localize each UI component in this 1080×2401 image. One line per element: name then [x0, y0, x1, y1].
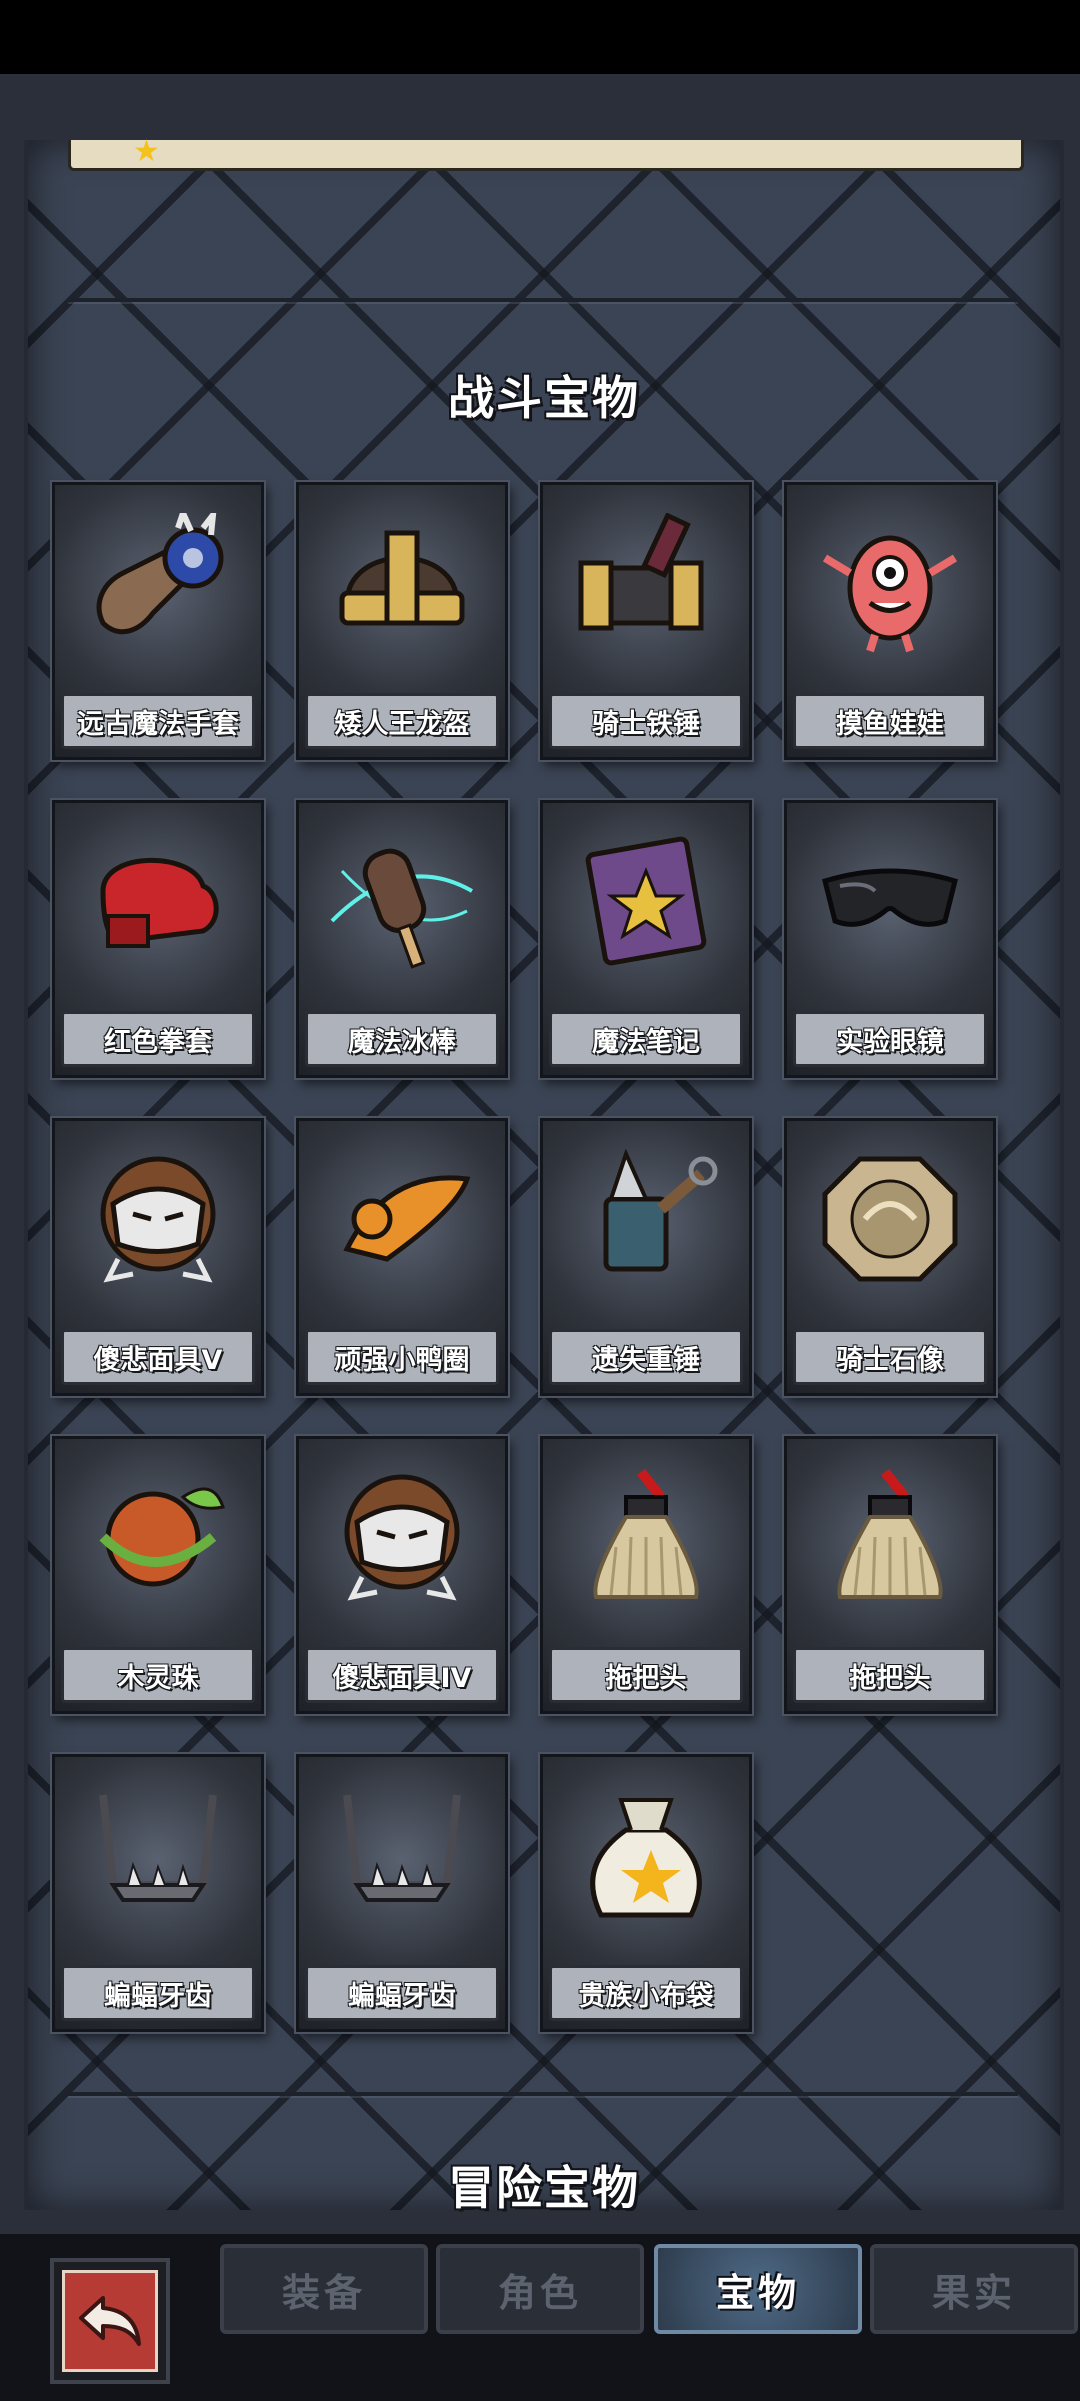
- treasure-label: 蝙蝠牙齿: [305, 1965, 499, 2021]
- treasure-label-text: 顽强小鸭圈: [334, 1344, 470, 1376]
- tab-fruits[interactable]: 果实: [870, 2244, 1078, 2334]
- treasure-label: 傻悲面具IV: [305, 1647, 499, 1703]
- treasure-label-text: 骑士铁锤: [592, 708, 700, 740]
- boxing-glove-icon: [75, 823, 241, 979]
- treasure-label-text: 摸鱼娃娃: [836, 708, 944, 740]
- treasure-card[interactable]: 魔法笔记: [540, 800, 752, 1078]
- treasure-label: 拖把头: [549, 1647, 743, 1703]
- battle-treasures-title: 战斗宝物: [448, 371, 640, 425]
- treasure-label-text: 蝙蝠牙齿: [348, 1980, 456, 2012]
- treasure-label-text: 拖把头: [605, 1662, 687, 1694]
- gauntlet-icon: [75, 505, 241, 661]
- treasure-panel[interactable]: ★ 战斗宝物 远古魔法手套 矮人王龙盔 骑士铁锤 摸鱼娃娃红色拳套 魔法冰棒 魔法笔记 实验…: [24, 134, 1064, 2215]
- bat-teeth-icon: [75, 1777, 241, 1933]
- treasure-label-text: 远古魔法手套: [77, 708, 239, 740]
- treasure-label: 远古魔法手套: [61, 693, 255, 749]
- treasure-label: 拖把头: [793, 1647, 987, 1703]
- treasure-label: 贵族小布袋: [549, 1965, 743, 2021]
- treasure-label-text: 木灵珠: [117, 1662, 199, 1694]
- treasure-card[interactable]: 拖把头: [784, 1436, 996, 1714]
- treasure-label: 魔法笔记: [549, 1011, 743, 1067]
- stone-emblem-icon: [807, 1141, 973, 1297]
- treasure-label-text: 矮人王龙盔: [334, 708, 470, 740]
- mop-head-icon: [563, 1459, 729, 1615]
- tab-equipment[interactable]: 装备: [220, 2244, 428, 2334]
- treasure-label: 木灵珠: [61, 1647, 255, 1703]
- treasure-label: 遗失重锤: [549, 1329, 743, 1385]
- sad-mask-icon: [319, 1459, 485, 1615]
- treasure-label: 矮人王龙盔: [305, 693, 499, 749]
- treasure-label: 顽强小鸭圈: [305, 1329, 499, 1385]
- treasure-label-text: 魔法笔记: [592, 1026, 700, 1058]
- treasure-card[interactable]: 骑士铁锤: [540, 482, 752, 760]
- helmet-icon: [319, 505, 485, 661]
- treasure-card[interactable]: 木灵珠: [52, 1436, 264, 1714]
- treasure-card[interactable]: 实验眼镜: [784, 800, 996, 1078]
- treasure-card[interactable]: 蝙蝠牙齿: [52, 1754, 264, 2032]
- treasure-label-text: 红色拳套: [104, 1026, 212, 1058]
- cloth-bag-icon: [563, 1777, 729, 1933]
- treasure-card[interactable]: 遗失重锤: [540, 1118, 752, 1396]
- back-arrow-icon: [62, 2270, 158, 2372]
- tab-treasures[interactable]: 宝物: [654, 2244, 862, 2334]
- treasure-card[interactable]: 顽强小鸭圈: [296, 1118, 508, 1396]
- mop-head-icon: [807, 1459, 973, 1615]
- spellbook-icon: [563, 823, 729, 979]
- treasure-card[interactable]: 拖把头: [540, 1436, 752, 1714]
- sad-mask-icon: [75, 1141, 241, 1297]
- goggles-icon: [807, 823, 973, 979]
- treasure-label-text: 傻悲面具IV: [332, 1662, 472, 1694]
- divider-top: [68, 298, 1018, 302]
- treasure-label: 骑士石像: [793, 1329, 987, 1385]
- treasure-label: 红色拳套: [61, 1011, 255, 1067]
- treasure-label-text: 傻悲面具V: [93, 1344, 223, 1376]
- treasure-card[interactable]: 骑士石像: [784, 1118, 996, 1396]
- status-bar: [0, 0, 1080, 74]
- treasure-label-text: 蝙蝠牙齿: [104, 1980, 212, 2012]
- treasure-label: 实验眼镜: [793, 1011, 987, 1067]
- treasure-card[interactable]: 矮人王龙盔: [296, 482, 508, 760]
- treasure-card[interactable]: 魔法冰棒: [296, 800, 508, 1078]
- divider-bottom: [68, 2092, 1018, 2096]
- treasure-label: 摸鱼娃娃: [793, 693, 987, 749]
- treasure-label-text: 骑士石像: [836, 1344, 944, 1376]
- treasure-label-text: 贵族小布袋: [578, 1980, 714, 2012]
- treasure-card[interactable]: 红色拳套: [52, 800, 264, 1078]
- ice-pop-icon: [319, 823, 485, 979]
- treasure-card[interactable]: 远古魔法手套: [52, 482, 264, 760]
- treasure-label-text: 遗失重锤: [592, 1344, 700, 1376]
- treasure-label: 骑士铁锤: [549, 693, 743, 749]
- treasure-grid: 远古魔法手套 矮人王龙盔 骑士铁锤 摸鱼娃娃红色拳套 魔法冰棒 魔法笔记 实验眼镜傻悲面具V…: [52, 482, 1032, 2062]
- duck-ring-icon: [319, 1141, 485, 1297]
- bat-teeth-icon: [319, 1777, 485, 1933]
- wood-orb-icon: [75, 1459, 241, 1615]
- star-icon: ★: [133, 134, 160, 169]
- pink-doll-icon: [807, 505, 973, 661]
- treasure-label-text: 拖把头: [849, 1662, 931, 1694]
- treasure-card[interactable]: 傻悲面具V: [52, 1118, 264, 1396]
- treasure-label: 傻悲面具V: [61, 1329, 255, 1385]
- treasure-label: 魔法冰棒: [305, 1011, 499, 1067]
- treasure-card[interactable]: 傻悲面具IV: [296, 1436, 508, 1714]
- bottom-tab-bar: 装备 角色 宝物 果实: [0, 2234, 1080, 2401]
- treasure-card[interactable]: 贵族小布袋: [540, 1754, 752, 2032]
- treasure-card[interactable]: 摸鱼娃娃: [784, 482, 996, 760]
- treasure-card[interactable]: 蝙蝠牙齿: [296, 1754, 508, 2032]
- previous-section-strip: ★: [68, 134, 1024, 171]
- tab-characters[interactable]: 角色: [436, 2244, 644, 2334]
- spiked-hammer-icon: [563, 1141, 729, 1297]
- treasure-label: 蝙蝠牙齿: [61, 1965, 255, 2021]
- adventure-treasures-title: 冒险宝物: [448, 2161, 640, 2215]
- treasure-label-text: 魔法冰棒: [348, 1026, 456, 1058]
- back-button[interactable]: [50, 2258, 170, 2384]
- treasure-label-text: 实验眼镜: [836, 1026, 944, 1058]
- hammer-icon: [563, 505, 729, 661]
- treasure-panel-frame: ★ 战斗宝物 远古魔法手套 矮人王龙盔 骑士铁锤 摸鱼娃娃红色拳套 魔法冰棒 魔法笔记 实验…: [0, 74, 1080, 2234]
